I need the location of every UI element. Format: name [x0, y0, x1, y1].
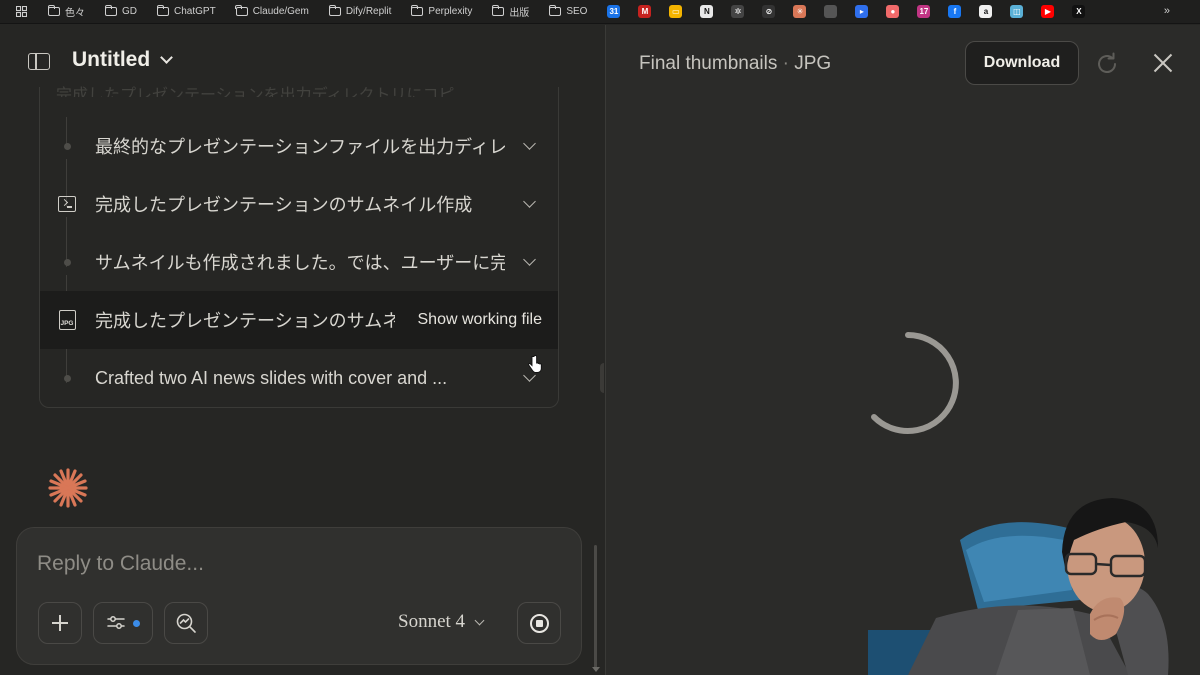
tools-button[interactable] [93, 602, 153, 644]
model-selector[interactable]: Sonnet 4 [398, 611, 485, 633]
download-button[interactable]: Download [965, 41, 1079, 85]
amazon-icon[interactable]: a [979, 5, 993, 18]
stop-icon [529, 613, 549, 633]
facebook-icon[interactable]: f [948, 5, 962, 18]
chevron-down-icon[interactable] [523, 137, 536, 150]
show-working-file-button[interactable]: Show working file [418, 311, 543, 329]
chevron-down-icon[interactable] [523, 195, 536, 208]
chat-title: Untitled [72, 48, 151, 71]
folder-icon [492, 5, 505, 16]
dot-icon [57, 252, 77, 272]
terminal-icon [57, 194, 77, 214]
artifact-title: Final thumbnails · JPG [639, 53, 831, 75]
bookmark-folder[interactable]: Dify/Replit [328, 5, 392, 17]
chevron-down-icon [160, 51, 174, 64]
model-name: Sonnet 4 [398, 611, 466, 632]
bookmark-folder[interactable]: ChatGPT [156, 5, 216, 17]
chevron-down-icon[interactable] [523, 253, 536, 266]
folder-icon [235, 5, 248, 16]
bookmark-folder[interactable]: GD [104, 5, 137, 17]
openai-icon[interactable]: ✲ [731, 5, 745, 18]
message-composer: Sonnet 4 [16, 527, 582, 665]
sidebar-toggle-icon[interactable] [28, 53, 50, 70]
calendar-icon[interactable]: 31 [607, 5, 621, 18]
artifact-type: JPG [794, 53, 832, 74]
folder-icon [549, 5, 562, 16]
jpg-file-icon: JPG [57, 310, 77, 330]
bookmark-folder[interactable]: 色々 [47, 4, 85, 19]
scrollbar[interactable] [594, 545, 597, 669]
sliders-icon [106, 616, 125, 629]
more-bookmarks-icon[interactable]: » [1164, 5, 1170, 17]
reply-input[interactable] [37, 550, 537, 578]
folder-icon [411, 5, 424, 16]
title-separator: · [782, 53, 789, 74]
x-icon[interactable]: X [1072, 5, 1086, 18]
research-button[interactable] [164, 602, 208, 644]
step-row[interactable]: サムネイルも作成されました。では、ユーザーに完成した... [40, 233, 558, 291]
step-text: 完成したプレゼンテーションのサムネイ... [95, 311, 395, 331]
bookmark-folder[interactable]: Perplexity [411, 5, 473, 17]
bookmark-folder[interactable]: 出版 [492, 4, 529, 19]
refresh-icon[interactable] [1094, 51, 1120, 77]
plus-icon [52, 615, 68, 631]
step-row[interactable]: 最終的なプレゼンテーションファイルを出力ディレクトリ... [40, 117, 558, 175]
faded-step-text: 完成したプレゼンテーションを出力ディレクトリにコピ [56, 87, 455, 97]
dot-icon [57, 136, 77, 156]
bookmark-folder-label: Dify/Replit [345, 6, 392, 17]
bookmark-folder-label: 出版 [509, 8, 530, 19]
bookmarks-bar: 色々 GD ChatGPT Claude/Gem Dify/Replit Perplexi… [0, 0, 1200, 24]
folder-icon [156, 5, 169, 16]
webcam-presenter-image [868, 498, 1169, 675]
step-text: サムネイルも作成されました。では、ユーザーに完成した... [95, 253, 505, 273]
tools-active-dot [132, 619, 140, 627]
chevron-down-icon [474, 615, 485, 625]
step-row[interactable]: Crafted two AI news slides with cover an… [40, 349, 558, 407]
close-icon[interactable] [1153, 53, 1173, 73]
asana-icon[interactable]: ● [886, 5, 900, 18]
folder-icon [328, 5, 341, 16]
research-search-icon [176, 613, 196, 633]
folder-icon [104, 5, 117, 16]
slides-icon[interactable]: ▭ [669, 5, 683, 18]
apple-icon[interactable] [824, 5, 838, 18]
youtube-icon[interactable]: ▶ [1041, 5, 1055, 18]
play-icon[interactable]: ▸ [855, 5, 869, 18]
loading-spinner-icon [871, 332, 959, 434]
apps-grid-icon[interactable] [12, 6, 30, 17]
step-row[interactable]: 完成したプレゼンテーションのサムネイル作成 [40, 175, 558, 233]
notion-icon[interactable]: N [700, 5, 714, 18]
claude-spark-icon [48, 468, 88, 508]
claude-icon[interactable]: ✳ [793, 5, 807, 18]
scroll-down-arrow-icon[interactable] [592, 667, 600, 672]
step-text: 完成したプレゼンテーションのサムネイル作成 [95, 195, 473, 215]
stop-generation-button[interactable] [517, 602, 561, 644]
folder-icon [47, 5, 60, 16]
step-row-hovered[interactable]: JPG 完成したプレゼンテーションのサムネイ... Show working f… [40, 291, 558, 349]
grok-icon[interactable]: ⊘ [762, 5, 776, 18]
gmail-icon[interactable]: M [638, 5, 652, 18]
bookmark-folder[interactable]: Claude/Gem [235, 5, 309, 17]
step-text: Crafted two AI news slides with cover an… [95, 367, 448, 388]
dot-icon [57, 368, 77, 388]
bookmark-folder-label: Perplexity [428, 6, 473, 17]
hand-cursor-icon [528, 355, 542, 373]
instagram-icon[interactable]: 17 [917, 5, 931, 18]
search-console-icon[interactable]: ◫ [1010, 5, 1024, 18]
artifact-name: Final thumbnails [639, 53, 778, 74]
bookmark-folder-label: GD [122, 6, 137, 17]
jpg-label: JPG [58, 310, 76, 330]
step-text: 最終的なプレゼンテーションファイルを出力ディレクトリ... [95, 137, 505, 157]
bookmark-folder-label: ChatGPT [174, 6, 216, 17]
chat-panel: Untitled 完成したプレゼンテーションを出力ディレクトリにコピ 最終的なプ… [0, 25, 604, 675]
bookmark-folder[interactable]: SEO [549, 5, 588, 17]
bookmark-folder-label: SEO [566, 6, 588, 17]
chat-title-menu[interactable]: Untitled [72, 48, 174, 72]
add-attachment-button[interactable] [38, 602, 82, 644]
bookmark-folder-label: Claude/Gem [252, 6, 309, 17]
bookmark-folder-label: 色々 [65, 8, 85, 19]
panel-resize-handle[interactable] [600, 363, 604, 393]
